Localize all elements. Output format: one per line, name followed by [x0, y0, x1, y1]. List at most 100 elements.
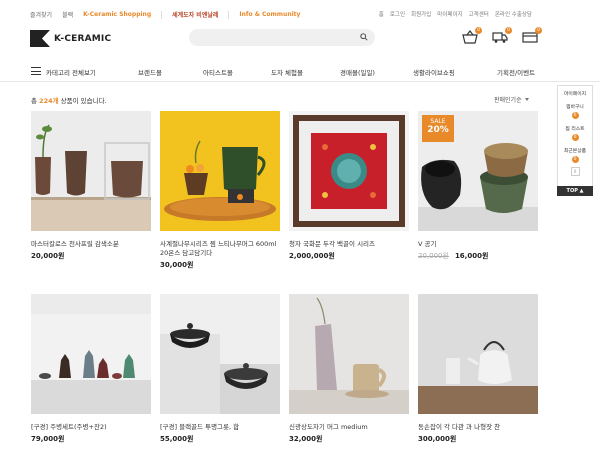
- link-k-ceramic-shopping[interactable]: K-Ceramic Shopping: [83, 11, 151, 18]
- top-left-links: 즐겨찾기 블랙 K-Ceramic Shopping 세계도자 비엔날레 Inf…: [30, 10, 300, 19]
- wish-list-row[interactable]: 찜 리스트 0: [558, 125, 592, 141]
- cart-button[interactable]: 0: [462, 27, 482, 44]
- link-info-community[interactable]: Info & Community: [239, 11, 300, 18]
- link-black[interactable]: 블랙: [62, 10, 73, 19]
- recent-items-label: 최근본상품: [563, 149, 587, 154]
- product-image[interactable]: SALE 20%: [418, 111, 538, 231]
- product-price: 300,000원: [418, 434, 538, 444]
- sale-label: SALE: [430, 118, 446, 125]
- wish-basket-row[interactable]: 찜바구니 0: [558, 103, 592, 119]
- recent-items-row[interactable]: 최근본상품 0: [558, 147, 592, 163]
- price-value: 20,000원: [31, 251, 65, 260]
- product-card[interactable]: 신광상도자기 머그 medium 32,000원: [289, 294, 409, 444]
- price-value: 2,000,000원: [289, 251, 335, 260]
- product-image[interactable]: [31, 111, 151, 231]
- count-prefix: 총: [31, 97, 40, 105]
- nav-all-categories[interactable]: 카테고리 전체보기: [46, 67, 96, 77]
- floating-mypage-panel: 마이페이지 찜바구니 0 찜 리스트 0 최근본상품 0 X: [557, 85, 593, 190]
- site-logo[interactable]: K-CERAMIC: [30, 30, 111, 47]
- cart-count-badge: 0: [475, 27, 482, 34]
- link-signup[interactable]: 회원가입: [411, 10, 431, 18]
- recent-items-count: 0: [571, 156, 579, 163]
- product-image[interactable]: [418, 294, 538, 414]
- top-right-links: 홈 로그인 회원가입 마이페이지 고객센터 온라인 수출상담: [379, 10, 532, 18]
- nav-item-brand-mall[interactable]: 브랜드몰: [138, 67, 162, 77]
- product-name[interactable]: 청자 국화문 두각 백골이 시리즈: [289, 240, 409, 249]
- framed-art-image: [289, 111, 409, 231]
- original-price: 20,000원: [418, 251, 449, 260]
- product-name[interactable]: [구경] 주병세트(주병+잔2): [31, 423, 151, 432]
- logo-text: K-CERAMIC: [54, 33, 112, 44]
- black-lidded-bowls-image: [160, 294, 280, 414]
- product-image[interactable]: [289, 294, 409, 414]
- product-image[interactable]: [289, 111, 409, 231]
- link-mypage[interactable]: 마이페이지: [437, 10, 462, 18]
- link-home[interactable]: 홈: [379, 10, 384, 18]
- product-count: 총 224개 상품이 있습니다.: [31, 95, 107, 105]
- product-card[interactable]: [구경] 주병세트(주병+잔2) 79,000원: [31, 294, 151, 444]
- price-value: 30,000원: [160, 260, 194, 269]
- product-card[interactable]: SALE 20% V 공기 20,000원 16,000원: [418, 111, 538, 261]
- logo-mark-icon: [30, 30, 50, 47]
- hamburger-icon[interactable]: [31, 67, 41, 75]
- product-card[interactable]: 마스터칼로스 천사프릴 감색소분 20,000원: [31, 111, 151, 261]
- scroll-top-button[interactable]: TOP ▲: [557, 186, 593, 196]
- wish-basket-label: 찜바구니: [566, 105, 584, 110]
- product-image[interactable]: [160, 111, 280, 231]
- sort-dropdown[interactable]: 판매인기순: [494, 95, 529, 104]
- divider: [161, 10, 163, 19]
- main-nav: 카테고리 전체보기 브랜드몰 아티스트몰 도자 체험몰 경매몰(일일) 생활라이…: [0, 60, 600, 82]
- product-name[interactable]: 동손잡이 각 다관 과 나형잣 찬: [418, 423, 538, 432]
- product-price: 79,000원: [31, 434, 151, 444]
- count-value: 224개: [39, 97, 59, 105]
- sort-label: 판매인기순: [494, 97, 522, 104]
- recent-button[interactable]: 0: [522, 27, 542, 44]
- sale-badge: SALE 20%: [422, 115, 454, 142]
- recent-item-thumb[interactable]: X: [570, 167, 580, 176]
- link-bookmark[interactable]: 즐겨찾기: [30, 10, 52, 19]
- search-icon[interactable]: [360, 33, 368, 41]
- nav-item-artist-mall[interactable]: 아티스트몰: [203, 67, 233, 77]
- product-price: 55,000원: [160, 434, 280, 444]
- wishlist-button[interactable]: 0: [492, 27, 512, 44]
- nav-item-exhibition-event[interactable]: 기획전/이벤트: [497, 67, 535, 77]
- product-price: 2,000,000원: [289, 251, 409, 261]
- teapot-warmer-image: [160, 111, 280, 231]
- link-customer-center[interactable]: 고객센터: [469, 10, 489, 18]
- cups-on-shelf-image: [31, 111, 151, 231]
- product-price: 20,000원: [31, 251, 151, 261]
- product-card[interactable]: 동손잡이 각 다관 과 나형잣 찬 300,000원: [418, 294, 538, 444]
- count-suffix: 상품이 있습니다.: [58, 97, 107, 105]
- wish-count-badge: 0: [505, 27, 512, 34]
- product-card[interactable]: 사계절나무시리즈 찜 느티나무머그 600ml 20온스 담고담기다 30,00…: [160, 111, 280, 270]
- mypage-title[interactable]: 마이페이지: [558, 90, 592, 97]
- nav-item-live-shopping[interactable]: 생활라이브쇼핑: [413, 67, 455, 77]
- link-export-consult[interactable]: 온라인 수출상담: [495, 10, 532, 18]
- product-image[interactable]: [160, 294, 280, 414]
- nav-item-auction-mall[interactable]: 경매몰(일일): [340, 67, 375, 77]
- recent-count-badge: 0: [535, 27, 542, 34]
- wish-basket-count: 0: [571, 112, 579, 119]
- product-price: 20,000원 16,000원: [418, 251, 538, 261]
- product-name[interactable]: 사계절나무시리즈 찜 느티나무머그 600ml 20온스 담고담기다: [160, 240, 280, 258]
- price-value: 32,000원: [289, 434, 323, 443]
- chevron-down-icon: [524, 98, 529, 101]
- product-price: 32,000원: [289, 434, 409, 444]
- search-input[interactable]: [189, 29, 375, 46]
- price-value: 300,000원: [418, 434, 457, 443]
- product-card[interactable]: 청자 국화문 두각 백골이 시리즈 2,000,000원: [289, 111, 409, 261]
- product-name[interactable]: [구경] 블랙골드 투명그릇, 합: [160, 423, 280, 432]
- product-name[interactable]: 신광상도자기 머그 medium: [289, 423, 409, 432]
- vase-and-mug-image: [289, 294, 409, 414]
- product-name[interactable]: 마스터칼로스 천사프릴 감색소분: [31, 240, 151, 249]
- price-value: 55,000원: [160, 434, 194, 443]
- price-value: 79,000원: [31, 434, 65, 443]
- product-card[interactable]: [구경] 블랙골드 투명그릇, 합 55,000원: [160, 294, 280, 444]
- product-name[interactable]: V 공기: [418, 240, 538, 249]
- nav-item-experience-mall[interactable]: 도자 체험몰: [271, 67, 303, 77]
- header-icons: 0 0 0: [462, 27, 542, 44]
- product-image[interactable]: [31, 294, 151, 414]
- sale-percent: 20%: [427, 125, 449, 136]
- link-login[interactable]: 로그인: [390, 10, 405, 18]
- link-biennale[interactable]: 세계도자 비엔날레: [172, 10, 218, 19]
